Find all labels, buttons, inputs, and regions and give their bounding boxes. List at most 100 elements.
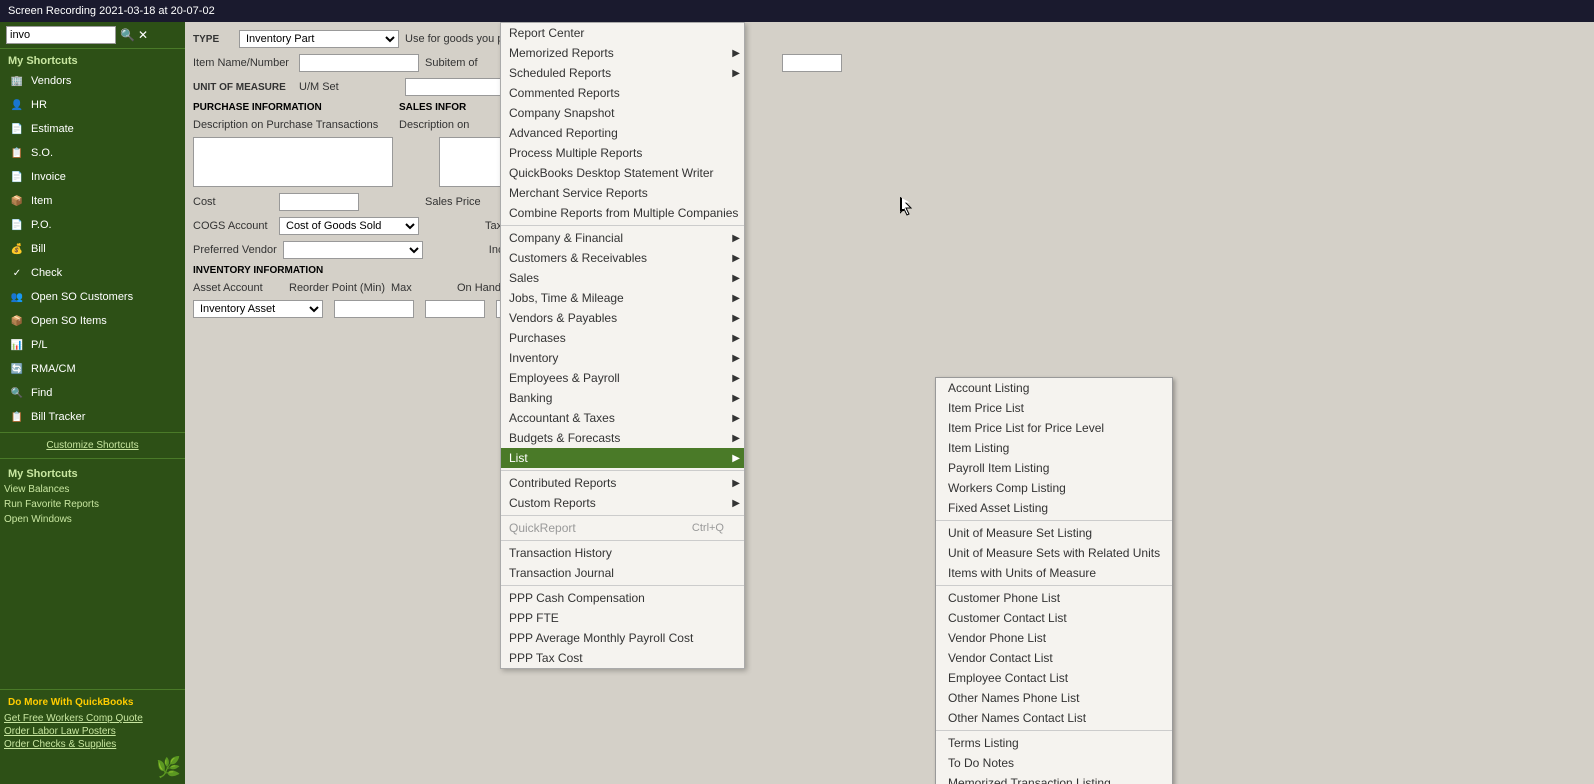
sidebar-open-windows[interactable]: Open Windows — [0, 512, 185, 527]
promo-labor-law[interactable]: Order Labor Law Posters — [0, 725, 185, 738]
submenu-uom-related[interactable]: Unit of Measure Sets with Related Units — [936, 543, 1172, 563]
menu-sales[interactable]: Sales ▶ — [501, 268, 744, 288]
menu-process-multiple[interactable]: Process Multiple Reports — [501, 143, 744, 163]
sidebar-view-balances[interactable]: View Balances — [0, 482, 185, 497]
menu-advanced-reporting[interactable]: Advanced Reporting — [501, 123, 744, 143]
menu-jobs-time-mileage[interactable]: Jobs, Time & Mileage ▶ — [501, 288, 744, 308]
menu-combine-reports[interactable]: Combine Reports from Multiple Companies — [501, 203, 744, 223]
sidebar-item-label: Vendors — [31, 75, 71, 87]
sidebar-item-invoice[interactable]: 📄 Invoice — [0, 165, 185, 189]
sidebar-item-label: Bill — [31, 243, 46, 255]
sidebar-item-label: Invoice — [31, 171, 66, 183]
submenu-vendor-contact[interactable]: Vendor Contact List — [936, 648, 1172, 668]
menu-custom-reports[interactable]: Custom Reports ▶ — [501, 493, 744, 513]
menu-report-center[interactable]: Report Center — [501, 23, 744, 43]
promo-checks[interactable]: Order Checks & Supplies — [0, 738, 185, 751]
uom-label: UNIT OF MEASURE — [193, 82, 293, 93]
sidebar-item-label: Estimate — [31, 123, 74, 135]
menu-quickreport[interactable]: QuickReport Ctrl+Q — [501, 518, 744, 538]
submenu-employee-contact[interactable]: Employee Contact List — [936, 668, 1172, 688]
sales-info-label: SALES INFOR — [399, 102, 466, 113]
submenu-items-uom[interactable]: Items with Units of Measure — [936, 563, 1172, 583]
submenu-customer-contact[interactable]: Customer Contact List — [936, 608, 1172, 628]
menu-ppp-fte[interactable]: PPP FTE — [501, 608, 744, 628]
menu-banking[interactable]: Banking ▶ — [501, 388, 744, 408]
sidebar-item-open-so-items[interactable]: 📦 Open SO Items — [0, 309, 185, 333]
close-icon[interactable]: ✕ — [138, 28, 148, 42]
sidebar-item-pl[interactable]: 📊 P/L — [0, 333, 185, 357]
manu-input[interactable] — [782, 54, 842, 72]
submenu-other-names-phone[interactable]: Other Names Phone List — [936, 688, 1172, 708]
menu-scheduled-reports[interactable]: Scheduled Reports ▶ — [501, 63, 744, 83]
menu-employees-payroll[interactable]: Employees & Payroll ▶ — [501, 368, 744, 388]
submenu-uom-set-listing[interactable]: Unit of Measure Set Listing — [936, 523, 1172, 543]
menu-customers-receivables[interactable]: Customers & Receivables ▶ — [501, 248, 744, 268]
menu-sep-5 — [501, 585, 744, 586]
submenu-account-listing[interactable]: Account Listing — [936, 378, 1172, 398]
arrow-icon: ▶ — [732, 353, 740, 364]
sidebar-bottom-section-title: My Shortcuts — [0, 462, 185, 482]
sidebar-item-bill[interactable]: 💰 Bill — [0, 237, 185, 261]
submenu-workers-comp[interactable]: Workers Comp Listing — [936, 478, 1172, 498]
arrow-icon: ▶ — [732, 68, 740, 79]
menu-transaction-history[interactable]: Transaction History — [501, 543, 744, 563]
max-input[interactable] — [425, 300, 485, 318]
menu-merchant-service[interactable]: Merchant Service Reports — [501, 183, 744, 203]
menu-inventory[interactable]: Inventory ▶ — [501, 348, 744, 368]
menu-commented-reports[interactable]: Commented Reports — [501, 83, 744, 103]
menu-memorized-reports[interactable]: Memorized Reports ▶ — [501, 43, 744, 63]
submenu-vendor-phone[interactable]: Vendor Phone List — [936, 628, 1172, 648]
menu-contributed-reports[interactable]: Contributed Reports ▶ — [501, 473, 744, 493]
sidebar-item-estimate[interactable]: 📄 Estimate — [0, 117, 185, 141]
arrow-icon: ▶ — [732, 478, 740, 489]
desc-row: Description on Purchase Transactions Des… — [193, 119, 1586, 131]
promo-workers-comp[interactable]: Get Free Workers Comp Quote — [0, 712, 185, 725]
menu-accountant-taxes[interactable]: Accountant & Taxes ▶ — [501, 408, 744, 428]
customize-shortcuts-link[interactable]: Customize Shortcuts — [0, 436, 185, 455]
menu-transaction-journal[interactable]: Transaction Journal — [501, 563, 744, 583]
asset-account-select[interactable]: Inventory Asset — [193, 300, 323, 318]
submenu-memorized-transaction[interactable]: Memorized Transaction Listing — [936, 773, 1172, 784]
desc-purchase-textarea[interactable] — [193, 137, 393, 187]
submenu-item-price-list-level[interactable]: Item Price List for Price Level — [936, 418, 1172, 438]
sidebar-item-vendors[interactable]: 🏢 Vendors — [0, 69, 185, 93]
search-icon[interactable]: 🔍 — [120, 28, 135, 42]
sidebar-item-bill-tracker[interactable]: 📋 Bill Tracker — [0, 405, 185, 429]
menu-ppp-avg-payroll[interactable]: PPP Average Monthly Payroll Cost — [501, 628, 744, 648]
po-icon: 📄 — [8, 216, 26, 234]
cogs-select[interactable]: Cost of Goods Sold — [279, 217, 419, 235]
submenu-payroll-item-listing[interactable]: Payroll Item Listing — [936, 458, 1172, 478]
sidebar-item-po[interactable]: 📄 P.O. — [0, 213, 185, 237]
sidebar-run-reports[interactable]: Run Favorite Reports — [0, 497, 185, 512]
submenu-other-names-contact[interactable]: Other Names Contact List — [936, 708, 1172, 728]
item-name-input[interactable] — [299, 54, 419, 72]
sidebar-item-so[interactable]: 📋 S.O. — [0, 141, 185, 165]
sidebar-item-check[interactable]: ✓ Check — [0, 261, 185, 285]
submenu-fixed-asset[interactable]: Fixed Asset Listing — [936, 498, 1172, 518]
reorder-point-input[interactable] — [334, 300, 414, 318]
sidebar-item-rmacm[interactable]: 🔄 RMA/CM — [0, 357, 185, 381]
sidebar-item-hr[interactable]: 👤 HR — [0, 93, 185, 117]
type-select[interactable]: Inventory Part — [239, 30, 399, 48]
menu-ppp-cash[interactable]: PPP Cash Compensation — [501, 588, 744, 608]
menu-list[interactable]: List ▶ — [501, 448, 744, 468]
menu-vendors-payables[interactable]: Vendors & Payables ▶ — [501, 308, 744, 328]
menu-ppp-tax-cost[interactable]: PPP Tax Cost — [501, 648, 744, 668]
sidebar-item-item[interactable]: 📦 Item — [0, 189, 185, 213]
submenu-customer-phone[interactable]: Customer Phone List — [936, 588, 1172, 608]
cost-input[interactable]: 0.00 — [279, 193, 359, 211]
menu-budgets-forecasts[interactable]: Budgets & Forecasts ▶ — [501, 428, 744, 448]
preferred-vendor-select[interactable] — [283, 241, 423, 259]
submenu-terms-listing[interactable]: Terms Listing — [936, 733, 1172, 753]
sidebar-item-find[interactable]: 🔍 Find — [0, 381, 185, 405]
menu-company-financial[interactable]: Company & Financial ▶ — [501, 228, 744, 248]
sidebar-search-input[interactable] — [6, 26, 116, 44]
menu-qb-statement[interactable]: QuickBooks Desktop Statement Writer — [501, 163, 744, 183]
submenu-to-do-notes[interactable]: To Do Notes — [936, 753, 1172, 773]
submenu-item-price-list[interactable]: Item Price List — [936, 398, 1172, 418]
sidebar-item-open-so-customers[interactable]: 👥 Open SO Customers — [0, 285, 185, 309]
submenu-item-listing[interactable]: Item Listing — [936, 438, 1172, 458]
menu-company-snapshot[interactable]: Company Snapshot — [501, 103, 744, 123]
menu-purchases[interactable]: Purchases ▶ — [501, 328, 744, 348]
arrow-icon: ▶ — [732, 498, 740, 509]
